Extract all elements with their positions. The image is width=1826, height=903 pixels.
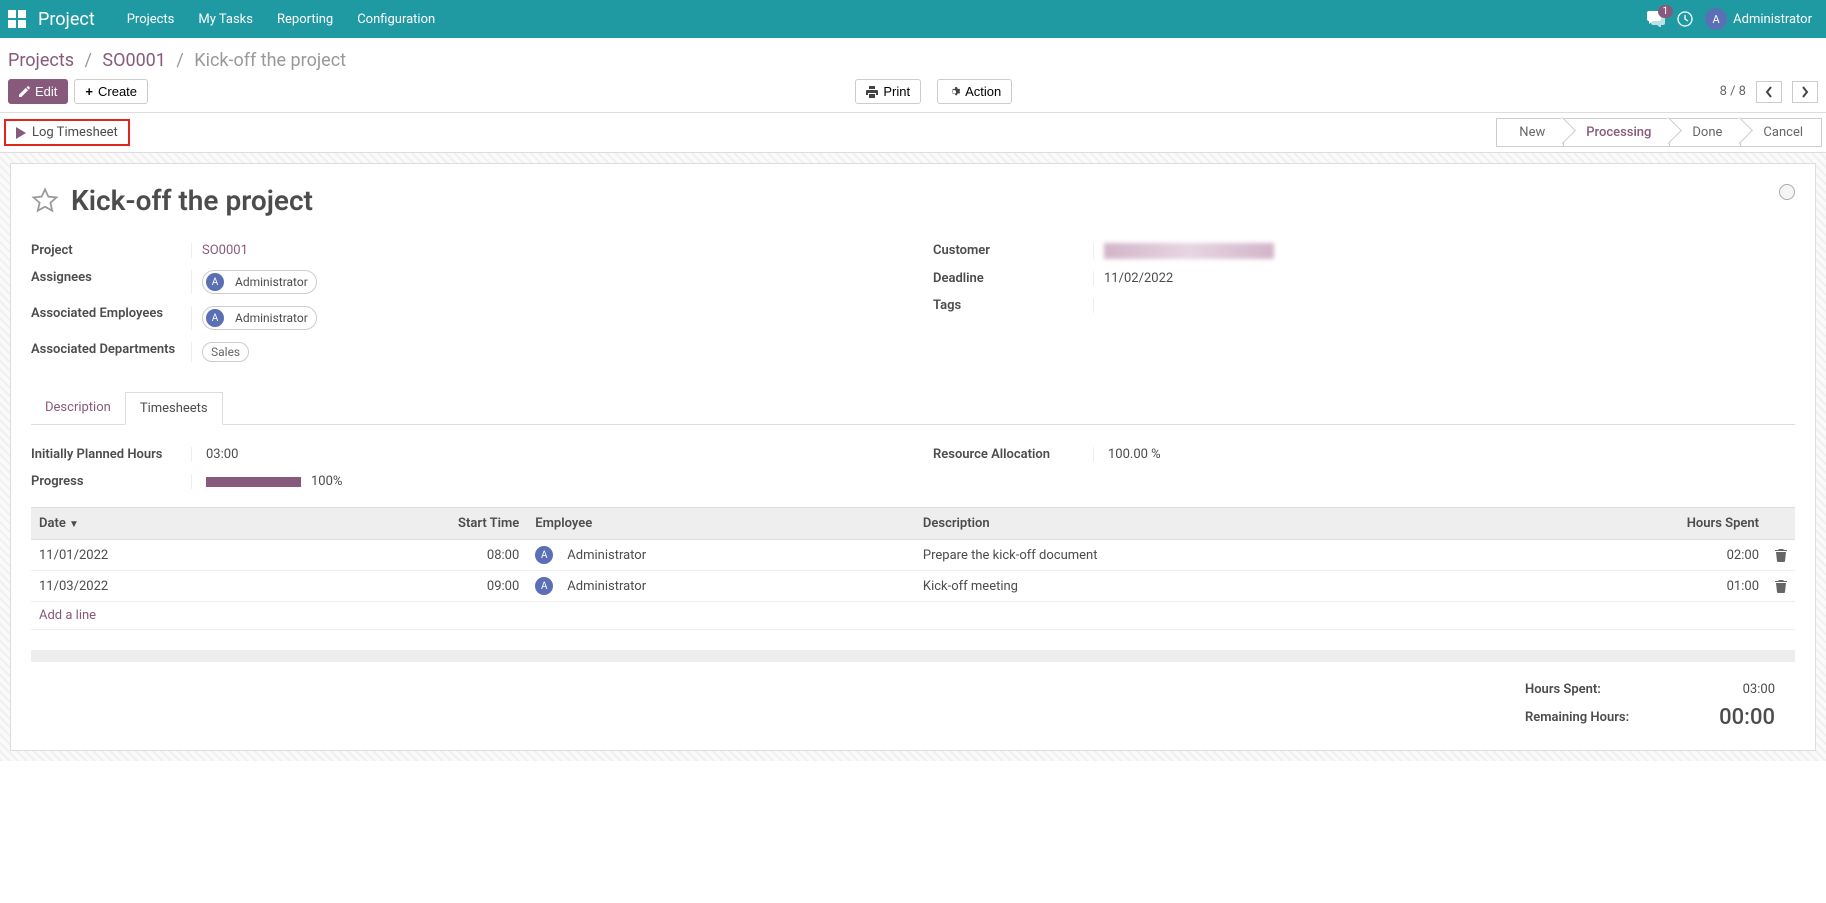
tab-description[interactable]: Description [31,392,125,424]
delete-row-icon[interactable] [1775,549,1787,562]
control-panel: Projects / SO0001 / Kick-off the project… [0,38,1826,113]
messages-icon[interactable]: 1 [1647,11,1665,27]
pager-text: 8 / 8 [1720,84,1746,99]
breadcrumb: Projects / SO0001 / Kick-off the project [8,46,1818,79]
col-description[interactable]: Description [915,508,1497,540]
totals-section: Hours Spent: 03:00 Remaining Hours: 00:0… [31,662,1795,750]
gear-icon [948,86,960,98]
cell-start-time: 08:00 [291,540,527,571]
assignee-tag[interactable]: A Administrator [202,270,317,294]
pager-prev[interactable] [1756,81,1782,103]
progress-bar [206,477,301,487]
col-employee[interactable]: Employee [527,508,915,540]
progress-label: Progress [31,474,191,489]
col-hours-spent[interactable]: Hours Spent [1497,508,1767,540]
cell-employee: AAdministrator [527,540,915,571]
col-date[interactable]: Date ▼ [31,508,291,540]
edit-button[interactable]: Edit [8,79,68,104]
cell-hours: 01:00 [1497,571,1767,602]
user-menu[interactable]: A Administrator [1705,8,1812,30]
apps-icon[interactable] [8,10,26,28]
print-button[interactable]: Print [855,79,921,104]
employee-avatar: A [535,577,553,595]
nav-my-tasks[interactable]: My Tasks [186,12,265,27]
assoc-departments-label: Associated Departments [31,342,191,362]
project-value[interactable]: SO0001 [191,243,893,258]
deadline-value: 11/02/2022 [1093,271,1795,286]
timesheet-table: Date ▼ Start Time Employee Description H… [31,507,1795,630]
cell-employee: AAdministrator [527,571,915,602]
tab-timesheets[interactable]: Timesheets [125,392,223,425]
priority-star-icon[interactable] [31,187,59,215]
plus-icon: + [85,84,93,99]
notebook-tabs: Description Timesheets [31,392,1795,425]
pager-next[interactable] [1792,81,1818,103]
tags-value [1093,298,1795,313]
cell-description: Prepare the kick-off document [915,540,1497,571]
project-label: Project [31,243,191,258]
progress-value: 100% [311,474,342,489]
hours-spent-value: 03:00 [1705,682,1775,697]
assoc-dept-tag[interactable]: Sales [202,342,249,362]
assoc-employee-tag[interactable]: A Administrator [202,306,317,330]
customer-value-redacted [1104,243,1274,259]
resource-alloc-value: 100.00 % [1093,447,1795,462]
stage-done[interactable]: Done [1669,118,1741,147]
top-navbar: Project Projects My Tasks Reporting Conf… [0,0,1826,38]
table-footer-bar [31,650,1795,662]
stage-processing[interactable]: Processing [1563,118,1670,147]
hours-spent-label: Hours Spent: [1525,682,1685,697]
customer-label: Customer [933,243,1093,259]
status-bar: Log Timesheet New Processing Done Cancel [0,113,1826,153]
task-title: Kick-off the project [71,184,313,217]
user-name: Administrator [1733,12,1812,27]
breadcrumb-current: Kick-off the project [194,50,346,71]
pencil-icon [19,86,30,97]
planned-hours-label: Initially Planned Hours [31,447,191,462]
assignees-label: Assignees [31,270,191,294]
employee-avatar: A [535,546,553,564]
breadcrumb-root[interactable]: Projects [8,50,74,71]
table-row[interactable]: 11/03/202209:00AAdministratorKick-off me… [31,571,1795,602]
col-start-time[interactable]: Start Time [291,508,527,540]
activities-icon[interactable] [1677,11,1693,27]
remaining-hours-label: Remaining Hours: [1525,710,1685,725]
nav-reporting[interactable]: Reporting [265,12,345,27]
assoc-employees-label: Associated Employees [31,306,191,330]
breadcrumb-l1[interactable]: SO0001 [102,50,166,71]
stage-bar: New Processing Done Cancel [1497,118,1822,147]
sort-desc-icon: ▼ [69,519,79,530]
user-avatar: A [1705,8,1727,30]
delete-row-icon[interactable] [1775,580,1787,593]
kanban-state-toggle[interactable] [1779,184,1795,200]
nav-configuration[interactable]: Configuration [345,12,447,27]
add-line-link[interactable]: Add a line [31,602,1795,630]
print-icon [866,86,878,98]
remaining-hours-value: 00:00 [1705,705,1775,730]
cell-description: Kick-off meeting [915,571,1497,602]
cell-hours: 02:00 [1497,540,1767,571]
messages-badge: 1 [1658,5,1674,18]
stage-cancel[interactable]: Cancel [1740,118,1822,147]
deadline-label: Deadline [933,271,1093,286]
resource-alloc-label: Resource Allocation [933,447,1093,462]
app-brand[interactable]: Project [38,9,95,30]
table-row[interactable]: 11/01/202208:00AAdministratorPrepare the… [31,540,1795,571]
cell-date: 11/03/2022 [31,571,291,602]
cell-date: 11/01/2022 [31,540,291,571]
create-button[interactable]: + Create [74,79,148,104]
chevron-left-icon [1765,86,1773,98]
stage-new[interactable]: New [1496,118,1564,147]
chevron-right-icon [1801,86,1809,98]
planned-hours-value: 03:00 [191,447,893,462]
action-button[interactable]: Action [937,79,1012,104]
nav-projects[interactable]: Projects [115,12,187,27]
play-icon [16,127,26,139]
log-timesheet-button[interactable]: Log Timesheet [4,119,130,146]
tags-label: Tags [933,298,1093,313]
cell-start-time: 09:00 [291,571,527,602]
form-sheet: Kick-off the project Project SO0001 Assi… [10,163,1816,751]
